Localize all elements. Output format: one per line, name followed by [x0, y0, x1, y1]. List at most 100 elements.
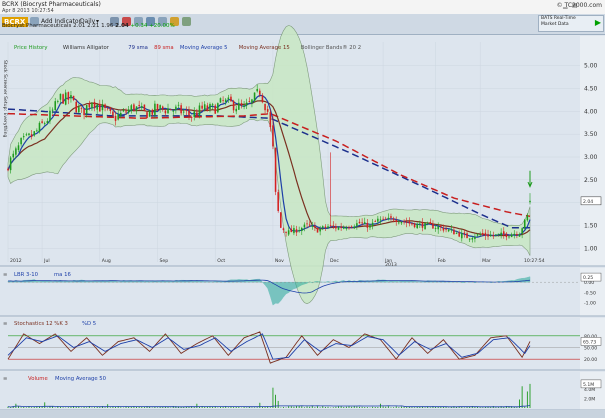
candle-body: [57, 101, 59, 102]
candle-body: [93, 101, 96, 108]
candle-body: [529, 200, 531, 203]
price-legend-item: Williams Alligator: [63, 45, 110, 51]
candle-body: [41, 121, 43, 123]
price-legend-item: 79 sma: [128, 45, 148, 51]
candle-body: [468, 238, 471, 240]
price-tick-label: 4.00: [584, 108, 598, 115]
candle-body: [353, 226, 356, 229]
candle-body: [497, 233, 500, 235]
candle-body: [337, 227, 340, 230]
candle-body: [9, 157, 12, 171]
candle-body: [88, 103, 91, 108]
candle-body: [272, 125, 274, 147]
candle-body: [502, 231, 505, 235]
candle-body: [419, 223, 421, 225]
price-tick-label: 5.00: [584, 63, 598, 70]
candle-body: [363, 222, 366, 225]
candle-body: [374, 221, 377, 222]
candle-body: [130, 105, 133, 112]
lbr-tick-label: -1.00: [584, 301, 596, 307]
candle-body: [390, 216, 392, 218]
lbr-value-label: 0.25: [583, 275, 593, 281]
lbr-legend-item: LBR 3-10: [14, 272, 39, 278]
candle-body: [117, 114, 119, 120]
candle-body: [505, 233, 508, 238]
candle-body: [487, 234, 489, 237]
candle-body: [138, 104, 140, 107]
candle-body: [67, 92, 70, 100]
price-legend-item: Bollinger Bands® 20 2: [301, 44, 361, 51]
candle-body: [188, 110, 190, 116]
candle-body: [33, 131, 36, 136]
candle-body: [232, 100, 235, 111]
stoch-tick-label: 20.00: [584, 357, 597, 363]
candle-body: [109, 108, 112, 111]
candle-body: [49, 110, 51, 122]
candle-body: [261, 95, 264, 103]
candle-body: [177, 104, 180, 106]
lbr-legend-item: ma 16: [54, 272, 71, 278]
side-label: Stock Screener Setup: Everything: [2, 60, 8, 137]
candle-body: [400, 222, 403, 224]
candle-body: [85, 105, 88, 114]
candle-body: [319, 228, 321, 232]
candle-body: [280, 212, 282, 228]
candle-body: [484, 232, 487, 236]
price-tick-label: 3.00: [584, 154, 598, 161]
candle-body: [489, 234, 492, 237]
candle-body: [403, 221, 405, 223]
candle-body: [146, 112, 148, 119]
candle-body: [248, 101, 251, 102]
candle-body: [287, 230, 290, 235]
price-legend-item: 89 sma: [154, 45, 174, 51]
candle-body: [518, 234, 521, 237]
candle-body: [140, 106, 143, 108]
candle-body: [203, 104, 206, 110]
candle-body: [285, 231, 287, 233]
candle-body: [358, 221, 361, 224]
x-tick-label: Oct: [217, 258, 225, 264]
candle-body: [17, 145, 20, 151]
chart-canvas[interactable]: 1.001.502.002.503.003.504.004.505.002012…: [0, 0, 605, 418]
candle-body: [185, 110, 188, 112]
candle-body: [450, 229, 453, 231]
candle-body: [274, 147, 277, 192]
candle-body: [190, 117, 193, 118]
candle-body: [12, 153, 15, 158]
candle-body: [206, 105, 209, 111]
candle-body: [72, 95, 75, 101]
candle-body: [521, 228, 523, 234]
candle-body: [461, 233, 463, 239]
candle-body: [332, 225, 335, 227]
candle-body: [264, 103, 266, 111]
candle-body: [421, 222, 424, 228]
candle-body: [256, 88, 258, 92]
candle-body: [321, 226, 324, 228]
price-tick-label: 1.00: [584, 245, 598, 252]
candle-body: [196, 112, 198, 117]
candle-body: [308, 224, 311, 226]
candle-body: [398, 222, 400, 224]
panel-menu-icon: ≡: [3, 376, 7, 382]
candle-body: [411, 222, 413, 225]
stoch-tick-label: 50.00: [584, 346, 597, 352]
price-legend-item: Price History: [14, 45, 47, 51]
candle-body: [379, 219, 382, 221]
candle-body: [122, 110, 125, 112]
panel-menu-icon: ≡: [3, 272, 7, 278]
price-tick-label: 4.50: [584, 86, 598, 93]
candle-body: [22, 136, 25, 138]
candle-body: [371, 222, 374, 227]
candle-body: [377, 218, 379, 222]
candle-body: [295, 229, 298, 233]
volume-value-label: 5.1M: [583, 382, 594, 388]
x-tick-label: Mar: [482, 258, 491, 264]
x-tick-label: 2012: [10, 258, 22, 264]
candle-body: [120, 112, 122, 116]
candle-body: [293, 228, 295, 234]
candle-body: [251, 99, 253, 103]
candle-body: [405, 221, 408, 223]
candle-body: [340, 226, 342, 229]
candle-body: [440, 225, 442, 228]
candle-body: [442, 227, 445, 231]
